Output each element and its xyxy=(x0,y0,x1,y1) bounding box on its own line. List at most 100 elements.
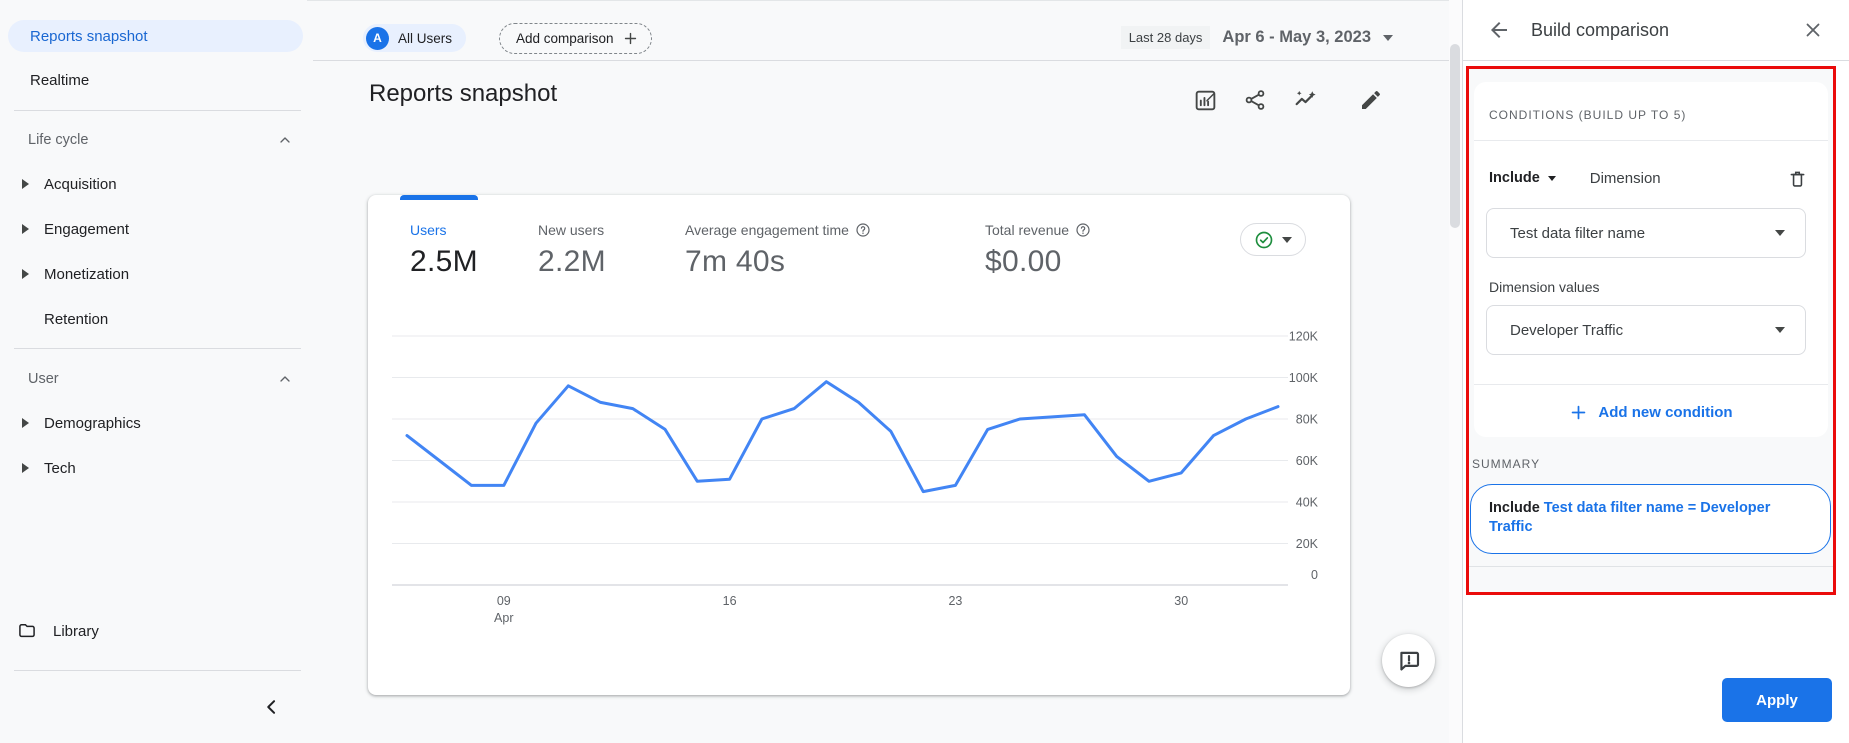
audience-avatar: A xyxy=(366,27,389,50)
feedback-icon xyxy=(1396,648,1422,674)
sidebar-item-acquisition[interactable]: Acquisition xyxy=(0,168,303,200)
sidebar-item-reports-snapshot[interactable]: Reports snapshot xyxy=(8,20,303,52)
include-dropdown[interactable]: Include xyxy=(1489,170,1556,186)
edit-chart-icon xyxy=(1193,88,1218,113)
section-header-label: Life cycle xyxy=(0,132,88,148)
sidebar-item-monetization[interactable]: Monetization xyxy=(0,258,303,290)
chevron-down-icon xyxy=(1383,35,1393,41)
sidebar-item-label: Monetization xyxy=(30,266,129,283)
customize-report-button[interactable] xyxy=(1191,86,1219,114)
plus-icon xyxy=(622,30,639,47)
folder-icon xyxy=(17,621,37,641)
chevron-up-icon xyxy=(277,132,293,148)
divider xyxy=(1474,384,1828,385)
scrollbar-thumb[interactable] xyxy=(1450,44,1460,228)
delete-condition-button[interactable] xyxy=(1784,165,1810,191)
page-title: Reports snapshot xyxy=(369,80,557,108)
chevron-left-icon xyxy=(262,697,282,717)
dimension-select-value: Test data filter name xyxy=(1510,225,1645,242)
conditions-card: CONDITIONS (BUILD UP TO 5) Include Dimen… xyxy=(1474,82,1828,437)
add-new-condition-label: Add new condition xyxy=(1598,404,1732,421)
feedback-button[interactable] xyxy=(1382,634,1435,687)
edit-report-button[interactable] xyxy=(1357,86,1385,114)
sidebar-item-demographics[interactable]: Demographics xyxy=(0,407,303,439)
chevron-down-icon xyxy=(1775,327,1785,333)
trash-icon xyxy=(1787,168,1808,189)
sidebar-item-label: Demographics xyxy=(30,415,141,432)
summary-include: Include xyxy=(1489,500,1540,516)
collapse-sidebar-button[interactable] xyxy=(259,694,285,720)
expand-triangle-icon xyxy=(20,223,30,235)
svg-text:80K: 80K xyxy=(1296,413,1319,427)
date-range-badge: Last 28 days xyxy=(1121,26,1211,49)
sidebar-divider xyxy=(14,348,301,349)
sidebar-item-label: Library xyxy=(53,623,99,640)
section-header-label: User xyxy=(0,371,59,387)
share-report-button[interactable] xyxy=(1241,86,1269,114)
sidebar-item-engagement[interactable]: Engagement xyxy=(0,213,303,245)
dimension-values-select[interactable]: Developer Traffic xyxy=(1486,305,1806,355)
svg-text:20K: 20K xyxy=(1296,537,1319,551)
svg-text:30: 30 xyxy=(1174,594,1188,608)
audience-label: All Users xyxy=(398,31,452,46)
dimension-values-label: Dimension values xyxy=(1489,279,1600,295)
sidebar-item-realtime[interactable]: Realtime xyxy=(0,64,303,96)
expand-triangle-icon xyxy=(20,178,30,190)
back-button[interactable] xyxy=(1485,16,1513,44)
close-icon xyxy=(1802,19,1824,41)
sidebar-item-library[interactable]: Library xyxy=(0,613,303,649)
chevron-down-icon xyxy=(1548,176,1556,181)
condition-row: Include Dimension xyxy=(1489,162,1810,194)
date-range-text: Apr 6 - May 3, 2023 xyxy=(1222,28,1371,47)
dimension-word: Dimension xyxy=(1590,170,1661,187)
svg-text:09: 09 xyxy=(497,594,511,608)
summary-header: SUMMARY xyxy=(1472,457,1540,471)
main-content: A All Users Add comparison Last 28 days … xyxy=(307,0,1449,743)
svg-text:40K: 40K xyxy=(1296,496,1319,510)
panel-header: Build comparison xyxy=(1463,0,1849,61)
conditions-header: CONDITIONS (BUILD UP TO 5) xyxy=(1489,108,1686,122)
apply-button[interactable]: Apply xyxy=(1722,678,1832,722)
sidebar-item-retention[interactable]: Retention xyxy=(0,303,303,335)
panel-title: Build comparison xyxy=(1531,20,1669,41)
expand-triangle-icon xyxy=(20,417,30,429)
dimension-values-select-value: Developer Traffic xyxy=(1510,322,1623,339)
svg-text:100K: 100K xyxy=(1289,371,1319,385)
sidebar-divider xyxy=(14,670,301,671)
share-icon xyxy=(1243,88,1267,112)
svg-text:Apr: Apr xyxy=(494,611,513,625)
sidebar-item-tech[interactable]: Tech xyxy=(0,452,303,484)
add-comparison-button[interactable]: Add comparison xyxy=(499,23,652,54)
plus-icon xyxy=(1569,403,1588,422)
arrow-back-icon xyxy=(1487,18,1511,42)
include-label: Include xyxy=(1489,170,1540,186)
svg-text:16: 16 xyxy=(723,594,737,608)
insights-button[interactable] xyxy=(1291,86,1319,114)
date-range-selector[interactable]: Last 28 days Apr 6 - May 3, 2023 xyxy=(1121,26,1393,49)
sidebar-section-life-cycle[interactable]: Life cycle xyxy=(0,125,293,155)
dimension-select[interactable]: Test data filter name xyxy=(1486,208,1806,258)
add-new-condition-button[interactable]: Add new condition xyxy=(1474,394,1828,430)
report-toolbar xyxy=(1191,86,1385,114)
all-users-chip[interactable]: A All Users xyxy=(363,24,466,52)
reports-snapshot-card: Users 2.5M New users 2.2M Average engage… xyxy=(368,195,1350,695)
close-panel-button[interactable] xyxy=(1799,16,1827,44)
sidebar-section-user[interactable]: User xyxy=(0,364,293,394)
svg-text:60K: 60K xyxy=(1296,454,1319,468)
sidebar-item-label: Reports snapshot xyxy=(8,28,148,45)
add-comparison-label: Add comparison xyxy=(516,31,614,46)
sidebar-item-label: Engagement xyxy=(30,221,129,238)
users-line-chart: 120K100K80K60K40K20K009Apr162330 xyxy=(368,195,1350,695)
insights-icon xyxy=(1293,88,1318,113)
sidebar: Reports snapshot Realtime Life cycle Acq… xyxy=(0,0,307,743)
svg-text:120K: 120K xyxy=(1289,330,1319,344)
summary-condition-chip[interactable]: Include Test data filter name = Develope… xyxy=(1470,484,1831,554)
divider xyxy=(1474,140,1828,141)
sidebar-item-label: Retention xyxy=(30,311,108,328)
svg-text:23: 23 xyxy=(948,594,962,608)
expand-triangle-icon xyxy=(20,268,30,280)
pencil-icon xyxy=(1359,88,1383,112)
sidebar-divider xyxy=(14,110,301,111)
divider xyxy=(1469,566,1833,567)
chevron-up-icon xyxy=(277,371,293,387)
